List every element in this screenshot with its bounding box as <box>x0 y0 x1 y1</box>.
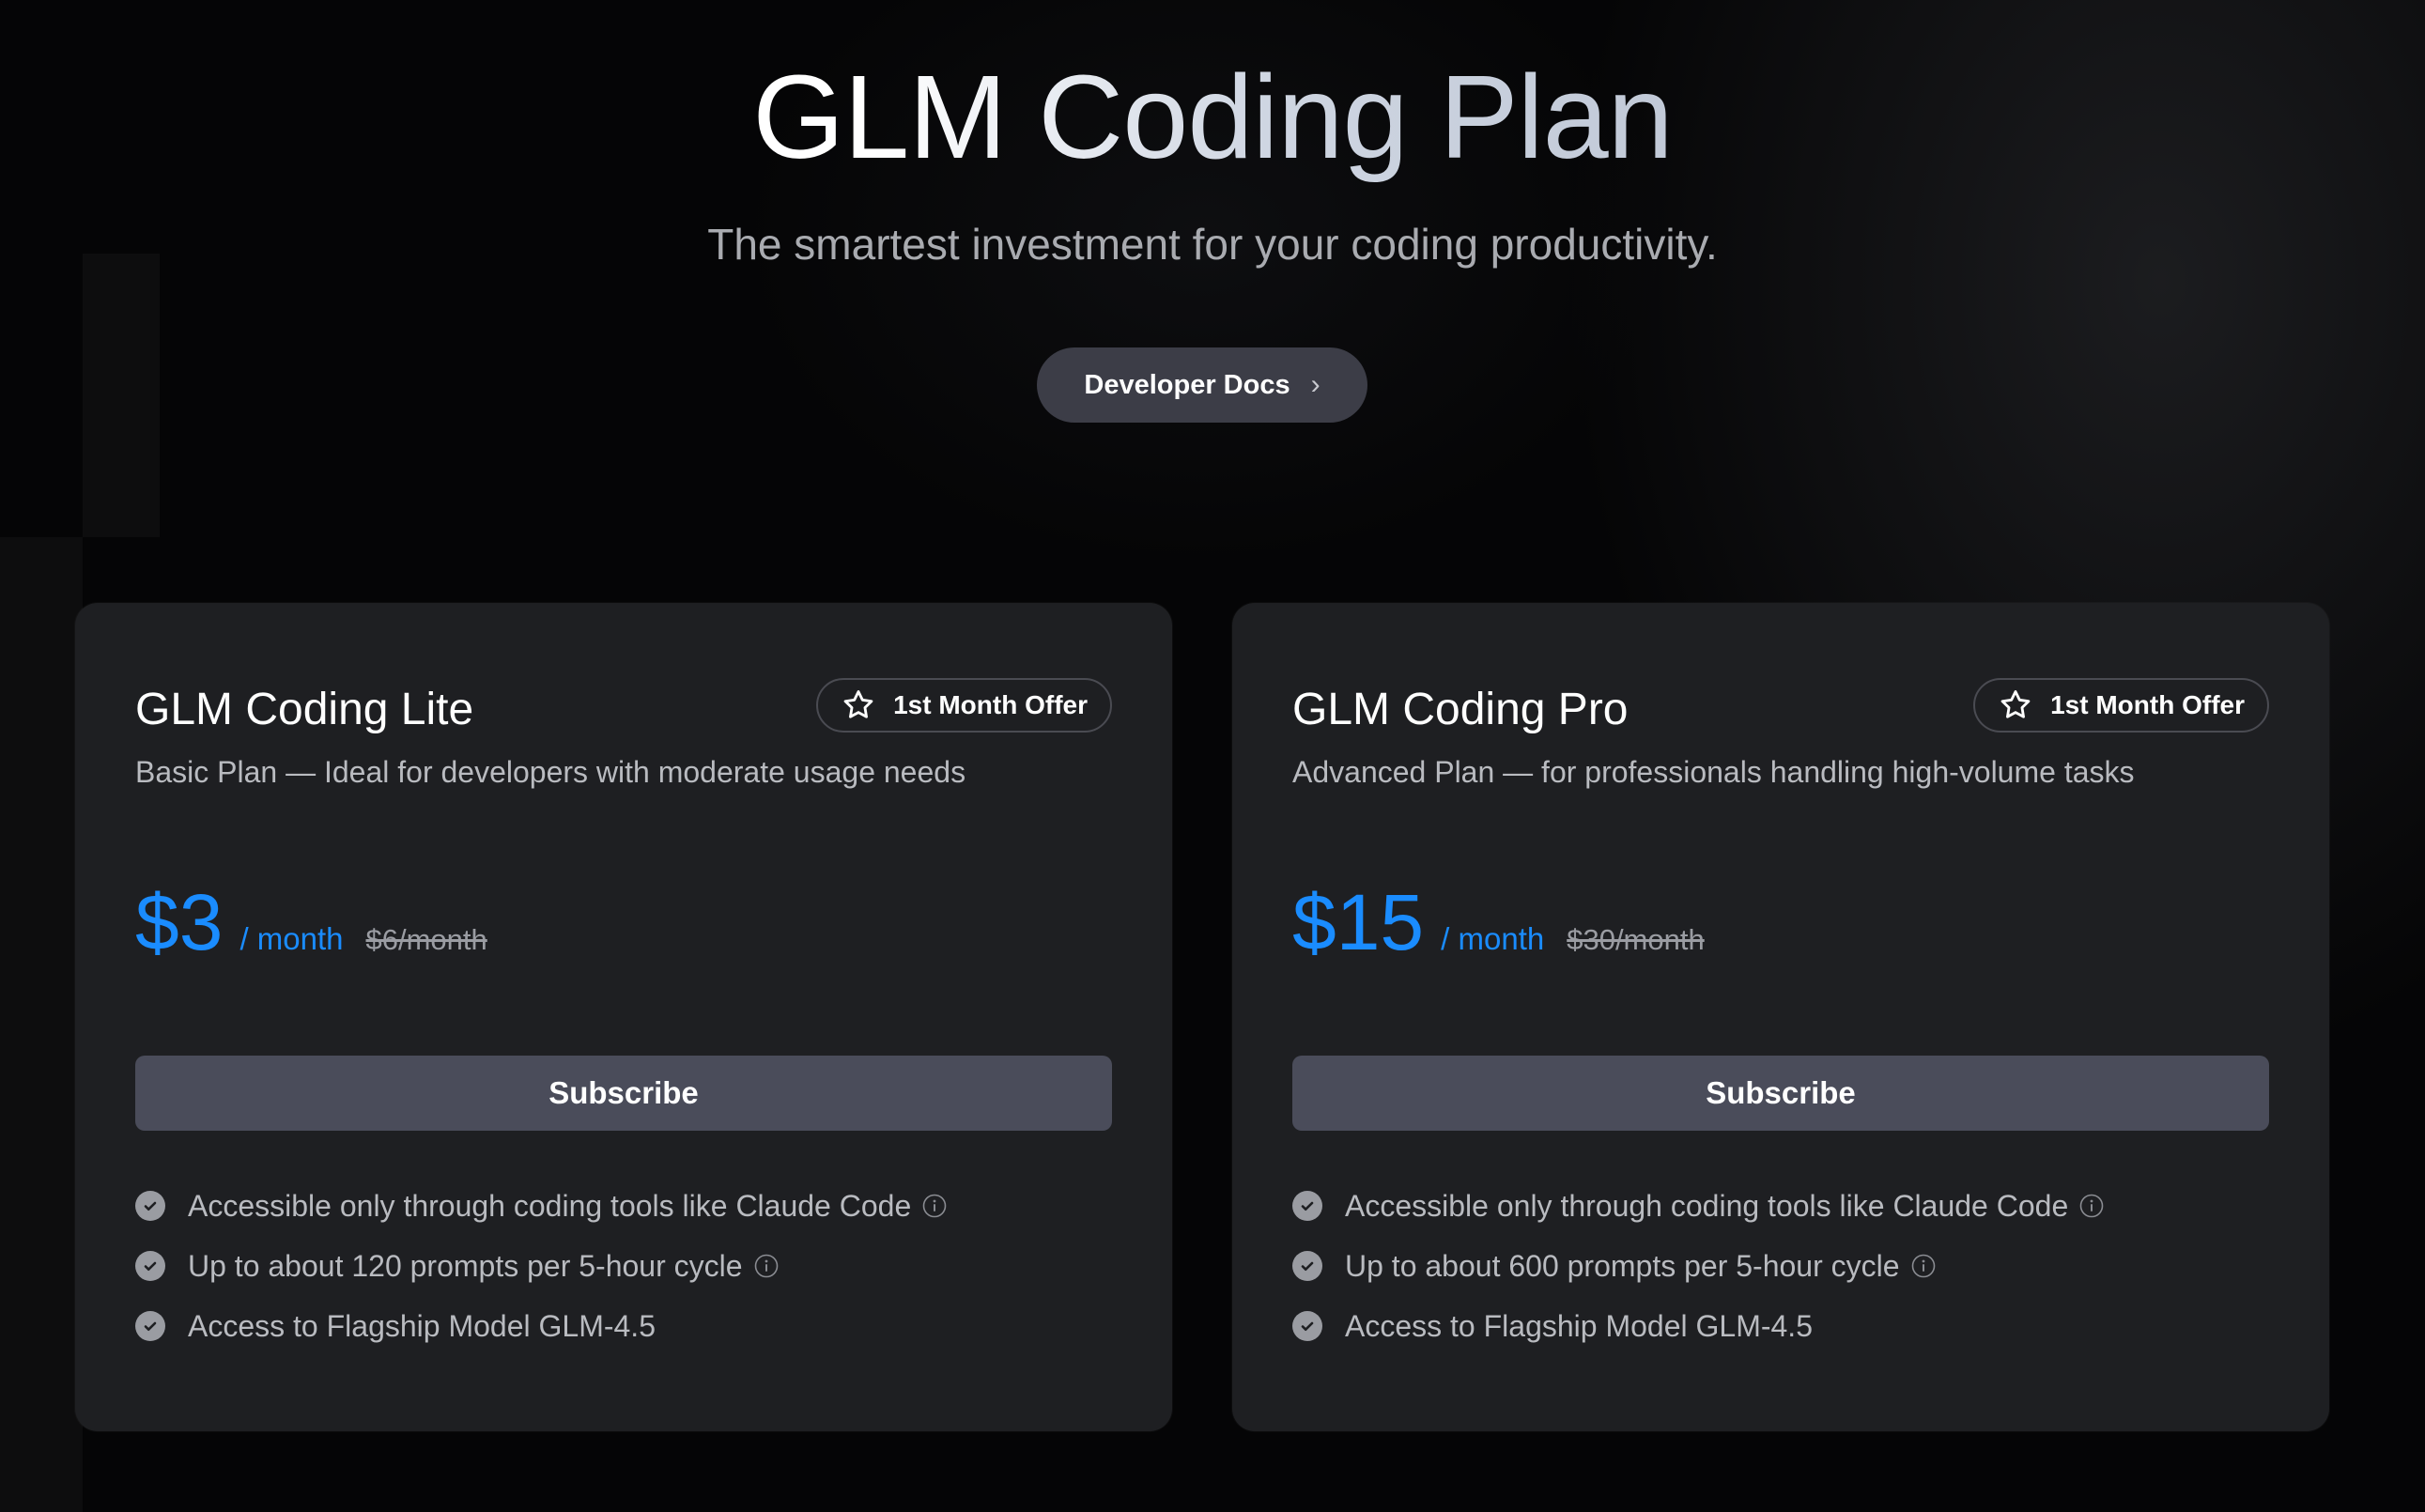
price-row: $15 / month $30/month <box>1292 875 1705 969</box>
info-icon[interactable] <box>2079 1194 2104 1218</box>
developer-docs-label: Developer Docs <box>1084 369 1290 400</box>
check-circle-icon <box>135 1251 165 1281</box>
info-icon[interactable] <box>922 1194 947 1218</box>
offer-badge-label: 1st Month Offer <box>893 690 1088 719</box>
feature-text: Up to about 600 prompts per 5-hour cycle <box>1345 1248 1900 1283</box>
plan-card-lite: GLM Coding Lite 1st Month Offer Basic Pl… <box>75 603 1172 1431</box>
offer-badge: 1st Month Offer <box>816 678 1112 733</box>
check-circle-icon <box>1292 1311 1322 1341</box>
price-period: / month <box>239 921 344 956</box>
offer-badge: 1st Month Offer <box>1973 678 2269 733</box>
feature-list: Accessible only through coding tools lik… <box>135 1176 947 1356</box>
check-circle-icon <box>1292 1251 1322 1281</box>
plan-title: GLM Coding Lite <box>135 685 474 734</box>
check-circle-icon <box>1292 1191 1322 1221</box>
info-icon[interactable] <box>1911 1254 1936 1278</box>
feature-item: Up to about 120 prompts per 5-hour cycle <box>135 1236 947 1296</box>
feature-item: Accessible only through coding tools lik… <box>135 1176 947 1236</box>
feature-text: Accessible only through coding tools lik… <box>188 1188 912 1223</box>
price-value: $3 <box>135 878 224 966</box>
plan-description: Advanced Plan — for professionals handli… <box>1292 755 2135 789</box>
price-period: / month <box>1441 921 1545 956</box>
page-title: GLM Coding Plan <box>0 47 2425 188</box>
original-price: $6/month <box>365 923 487 956</box>
plan-title: GLM Coding Pro <box>1292 685 1629 734</box>
feature-item: Access to Flagship Model GLM-4.5 <box>1292 1296 2104 1356</box>
developer-docs-button[interactable]: Developer Docs › <box>1037 347 1367 423</box>
feature-item: Accessible only through coding tools lik… <box>1292 1176 2104 1236</box>
star-icon <box>1998 687 2033 723</box>
feature-text: Accessible only through coding tools lik… <box>1345 1188 2069 1223</box>
original-price: $30/month <box>1567 923 1705 956</box>
page-subtitle: The smartest investment for your coding … <box>707 220 1718 269</box>
background-block <box>83 254 160 537</box>
plan-card-pro: GLM Coding Pro 1st Month Offer Advanced … <box>1232 603 2329 1431</box>
feature-item: Up to about 600 prompts per 5-hour cycle <box>1292 1236 2104 1296</box>
feature-text: Up to about 120 prompts per 5-hour cycle <box>188 1248 743 1283</box>
price-value: $15 <box>1292 878 1425 966</box>
feature-list: Accessible only through coding tools lik… <box>1292 1176 2104 1356</box>
price-row: $3 / month $6/month <box>135 875 487 969</box>
check-circle-icon <box>135 1191 165 1221</box>
info-icon[interactable] <box>754 1254 779 1278</box>
subscribe-button[interactable]: Subscribe <box>135 1056 1112 1131</box>
plan-description: Basic Plan — Ideal for developers with m… <box>135 755 966 789</box>
offer-badge-label: 1st Month Offer <box>2050 690 2245 719</box>
feature-text: Access to Flagship Model GLM-4.5 <box>188 1308 656 1343</box>
chevron-right-icon: › <box>1310 369 1321 400</box>
star-icon <box>841 687 876 723</box>
check-circle-icon <box>135 1311 165 1341</box>
feature-item: Access to Flagship Model GLM-4.5 <box>135 1296 947 1356</box>
background-block <box>0 537 83 1512</box>
subscribe-button[interactable]: Subscribe <box>1292 1056 2269 1131</box>
feature-text: Access to Flagship Model GLM-4.5 <box>1345 1308 1813 1343</box>
